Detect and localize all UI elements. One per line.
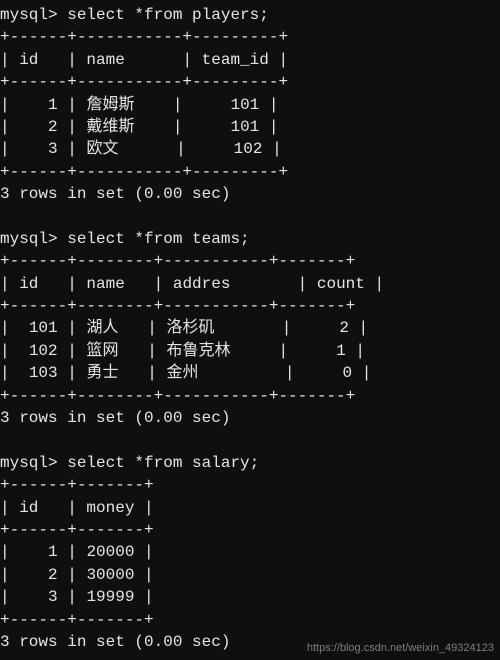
teams-cell: 101 [29,319,58,337]
salary-cell: 19999 [86,588,134,606]
teams-cell: 篮网 [86,342,118,360]
teams-cell: 布鲁克林 [166,342,230,360]
teams-cell: 勇士 [86,364,118,382]
teams-header-name: name [86,275,124,293]
players-cell: 101 [230,118,259,136]
prompt: mysql> [0,6,58,24]
teams-status: 3 rows in set (0.00 sec) [0,409,230,427]
players-cell: 3 [48,140,58,158]
salary-status: 3 rows in set (0.00 sec) [0,633,230,651]
teams-cell: 102 [29,342,58,360]
players-cell: 102 [234,140,263,158]
players-cell: 101 [230,96,259,114]
players-cell: 戴维斯 [86,118,134,136]
teams-cell: 湖人 [86,319,118,337]
salary-cell: 2 [48,566,58,584]
salary-cell: 1 [48,543,58,561]
players-header-id: id [19,51,38,69]
teams-cell: 0 [343,364,353,382]
players-cell: 詹姆斯 [86,96,134,114]
prompt: mysql> [0,230,58,248]
salary-header-money: money [86,499,134,517]
terminal-output: mysql> select *from players; +------+---… [0,0,500,653]
teams-cell: 1 [336,342,346,360]
teams-cell: 2 [339,319,349,337]
players-cell: 2 [48,118,58,136]
teams-cell: 103 [29,364,58,382]
players-header-name: name [86,51,124,69]
players-status: 3 rows in set (0.00 sec) [0,185,230,203]
query-teams: select *from teams; [67,230,249,248]
watermark: https://blog.csdn.net/weixin_49324123 [307,641,494,656]
salary-cell: 20000 [86,543,134,561]
teams-cell: 洛杉矶 [166,319,214,337]
teams-header-count: count [317,275,365,293]
players-cell: 欧文 [86,140,118,158]
prompt: mysql> [0,454,58,472]
teams-header-addres: addres [173,275,231,293]
salary-cell: 3 [48,588,58,606]
players-header-teamid: team_id [202,51,269,69]
query-salary: select *from salary; [67,454,259,472]
teams-cell: 金州 [166,364,198,382]
salary-header-id: id [19,499,38,517]
teams-header-id: id [19,275,38,293]
query-players: select *from players; [67,6,269,24]
salary-cell: 30000 [86,566,134,584]
players-cell: 1 [48,96,58,114]
